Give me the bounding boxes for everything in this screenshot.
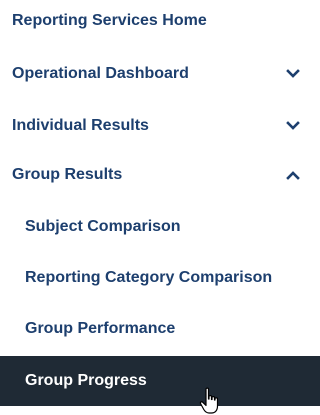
chevron-up-icon xyxy=(286,171,300,180)
chevron-down-icon xyxy=(286,121,300,130)
nav-item-label: Group Progress xyxy=(25,372,147,389)
nav-subitem-subject-comparison[interactable]: Subject Comparison xyxy=(0,210,320,244)
nav-item-label: Individual Results xyxy=(12,117,149,134)
nav-item-label: Reporting Category Comparison xyxy=(25,269,273,286)
nav-item-label: Subject Comparison xyxy=(25,218,181,235)
nav-item-reporting-services-home[interactable]: Reporting Services Home xyxy=(0,4,320,38)
nav-subitem-reporting-category-comparison[interactable]: Reporting Category Comparison xyxy=(0,261,320,295)
nav-item-individual-results[interactable]: Individual Results xyxy=(0,109,320,143)
nav-item-label: Reporting Services Home xyxy=(12,12,207,29)
nav-subitem-group-performance[interactable]: Group Performance xyxy=(0,312,320,346)
nav-item-group-results[interactable]: Group Results xyxy=(0,158,320,192)
nav-item-label: Group Performance xyxy=(25,320,176,337)
nav-subitem-group-progress[interactable]: Group Progress xyxy=(0,356,320,406)
sidebar-navigation: Reporting Services Home Operational Dash… xyxy=(0,0,320,415)
nav-item-label: Group Results xyxy=(12,166,123,183)
nav-item-label: Operational Dashboard xyxy=(12,65,189,82)
nav-item-operational-dashboard[interactable]: Operational Dashboard xyxy=(0,57,320,91)
chevron-down-icon xyxy=(286,69,300,78)
